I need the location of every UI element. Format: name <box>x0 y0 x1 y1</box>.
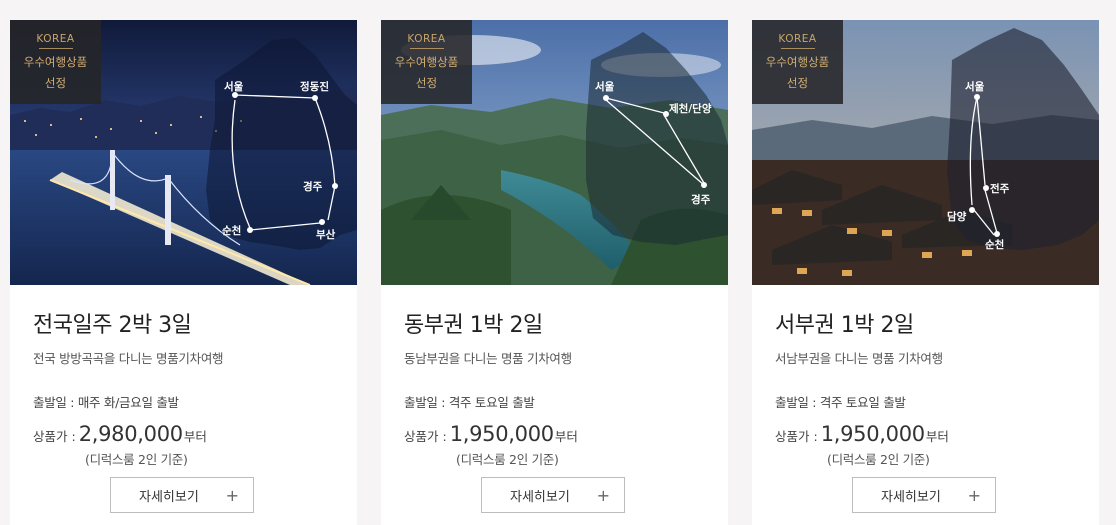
badge-korea: KOREA <box>778 33 817 45</box>
product-card-1: 서울 정동진 경주 순천 부산 KOREA 우수여행상품 선정 전국일주 2박 … <box>10 20 357 525</box>
map-label-gyeongju: 경주 <box>303 180 323 193</box>
departure-info: 출발일 : 매주 화/금요일 출발 <box>33 395 179 410</box>
map-label-suncheon: 순천 <box>222 224 241 237</box>
card-body: 전국일주 2박 3일 전국 방방곡곡을 다니는 명품기차여행 출발일 : 매주 … <box>10 285 357 468</box>
badge-divider <box>780 48 815 49</box>
card-body: 동부권 1박 2일 동남부권을 다니는 명품 기차여행 출발일 : 격주 토요일… <box>381 285 728 468</box>
price-value: 1,950,000 <box>820 422 925 446</box>
details-button-label: 자세히보기 <box>139 489 199 505</box>
price-suffix: 부터 <box>183 429 207 444</box>
card-subtitle: 서남부권을 다니는 명품 기차여행 <box>775 351 943 366</box>
badge-divider <box>38 48 73 49</box>
map-label-seoul: 서울 <box>224 80 244 93</box>
price-value: 1,950,000 <box>449 422 554 446</box>
details-button[interactable]: 자세히보기 + <box>110 477 254 513</box>
card-title[interactable]: 서부권 1박 2일 <box>775 307 1099 339</box>
price-label: 상품가 : <box>404 429 447 444</box>
price-label: 상품가 : <box>775 429 818 444</box>
badge-line2: 선정 <box>44 76 67 90</box>
map-label-suncheon: 순천 <box>985 238 1004 251</box>
details-button[interactable]: 자세히보기 + <box>481 477 625 513</box>
departure-info: 출발일 : 격주 토요일 출발 <box>404 395 535 410</box>
price-label: 상품가 : <box>33 429 76 444</box>
badge-line2: 선정 <box>415 76 438 90</box>
card-image-lake-mountains[interactable]: 서울 제천/단양 경주 KOREA 우수여행상품 선정 <box>381 20 728 285</box>
map-label-damyang: 담양 <box>947 210 967 223</box>
card-title[interactable]: 전국일주 2박 3일 <box>33 307 357 339</box>
map-label-jeonju: 전주 <box>990 182 1010 195</box>
details-button-label: 자세히보기 <box>510 489 570 505</box>
price-row: 상품가 : 2,980,000 부터 <box>33 422 357 446</box>
plus-icon: + <box>596 485 610 505</box>
map-label-seoul: 서울 <box>595 80 615 93</box>
card-image-hanok-village[interactable]: 서울 전주 담양 순천 KOREA 우수여행상품 선정 <box>752 20 1099 285</box>
plus-icon: + <box>225 485 239 505</box>
price-note: (디럭스룸 2인 기준) <box>456 452 559 467</box>
badge-divider <box>409 48 444 49</box>
card-body: 서부권 1박 2일 서남부권을 다니는 명품 기차여행 출발일 : 격주 토요일… <box>752 285 1099 468</box>
card-title[interactable]: 동부권 1박 2일 <box>404 307 728 339</box>
excellent-tour-badge: KOREA 우수여행상품 선정 <box>10 20 101 104</box>
price-suffix: 부터 <box>925 429 949 444</box>
plus-icon: + <box>967 485 981 505</box>
badge-line2: 선정 <box>786 76 809 90</box>
price-suffix: 부터 <box>554 429 578 444</box>
badge-line1: 우수여행상품 <box>765 55 830 69</box>
map-label-busan: 부산 <box>316 228 336 241</box>
details-button[interactable]: 자세히보기 + <box>852 477 996 513</box>
card-subtitle: 전국 방방곡곡을 다니는 명품기차여행 <box>33 351 224 366</box>
price-row: 상품가 : 1,950,000 부터 <box>404 422 728 446</box>
excellent-tour-badge: KOREA 우수여행상품 선정 <box>752 20 843 104</box>
badge-line1: 우수여행상품 <box>394 55 459 69</box>
price-note: (디럭스룸 2인 기준) <box>827 452 930 467</box>
map-label-gyeongju: 경주 <box>691 193 711 206</box>
card-image-night-bridge[interactable]: 서울 정동진 경주 순천 부산 KOREA 우수여행상품 선정 <box>10 20 357 285</box>
badge-korea: KOREA <box>407 33 446 45</box>
badge-korea: KOREA <box>36 33 75 45</box>
departure-info: 출발일 : 격주 토요일 출발 <box>775 395 906 410</box>
card-subtitle: 동남부권을 다니는 명품 기차여행 <box>404 351 572 366</box>
price-row: 상품가 : 1,950,000 부터 <box>775 422 1099 446</box>
price-value: 2,980,000 <box>78 422 183 446</box>
map-label-seoul: 서울 <box>965 80 985 93</box>
map-label-jeongdongjin: 정동진 <box>300 80 329 93</box>
map-label-jecheon-danyang: 제천/단양 <box>669 102 712 115</box>
details-button-label: 자세히보기 <box>881 489 941 505</box>
product-card-3: 서울 전주 담양 순천 KOREA 우수여행상품 선정 서부권 1박 2일 서남… <box>752 20 1099 525</box>
price-note: (디럭스룸 2인 기준) <box>85 452 188 467</box>
product-card-2: 서울 제천/단양 경주 KOREA 우수여행상품 선정 동부권 1박 2일 동남… <box>381 20 728 525</box>
badge-line1: 우수여행상품 <box>23 55 88 69</box>
excellent-tour-badge: KOREA 우수여행상품 선정 <box>381 20 472 104</box>
